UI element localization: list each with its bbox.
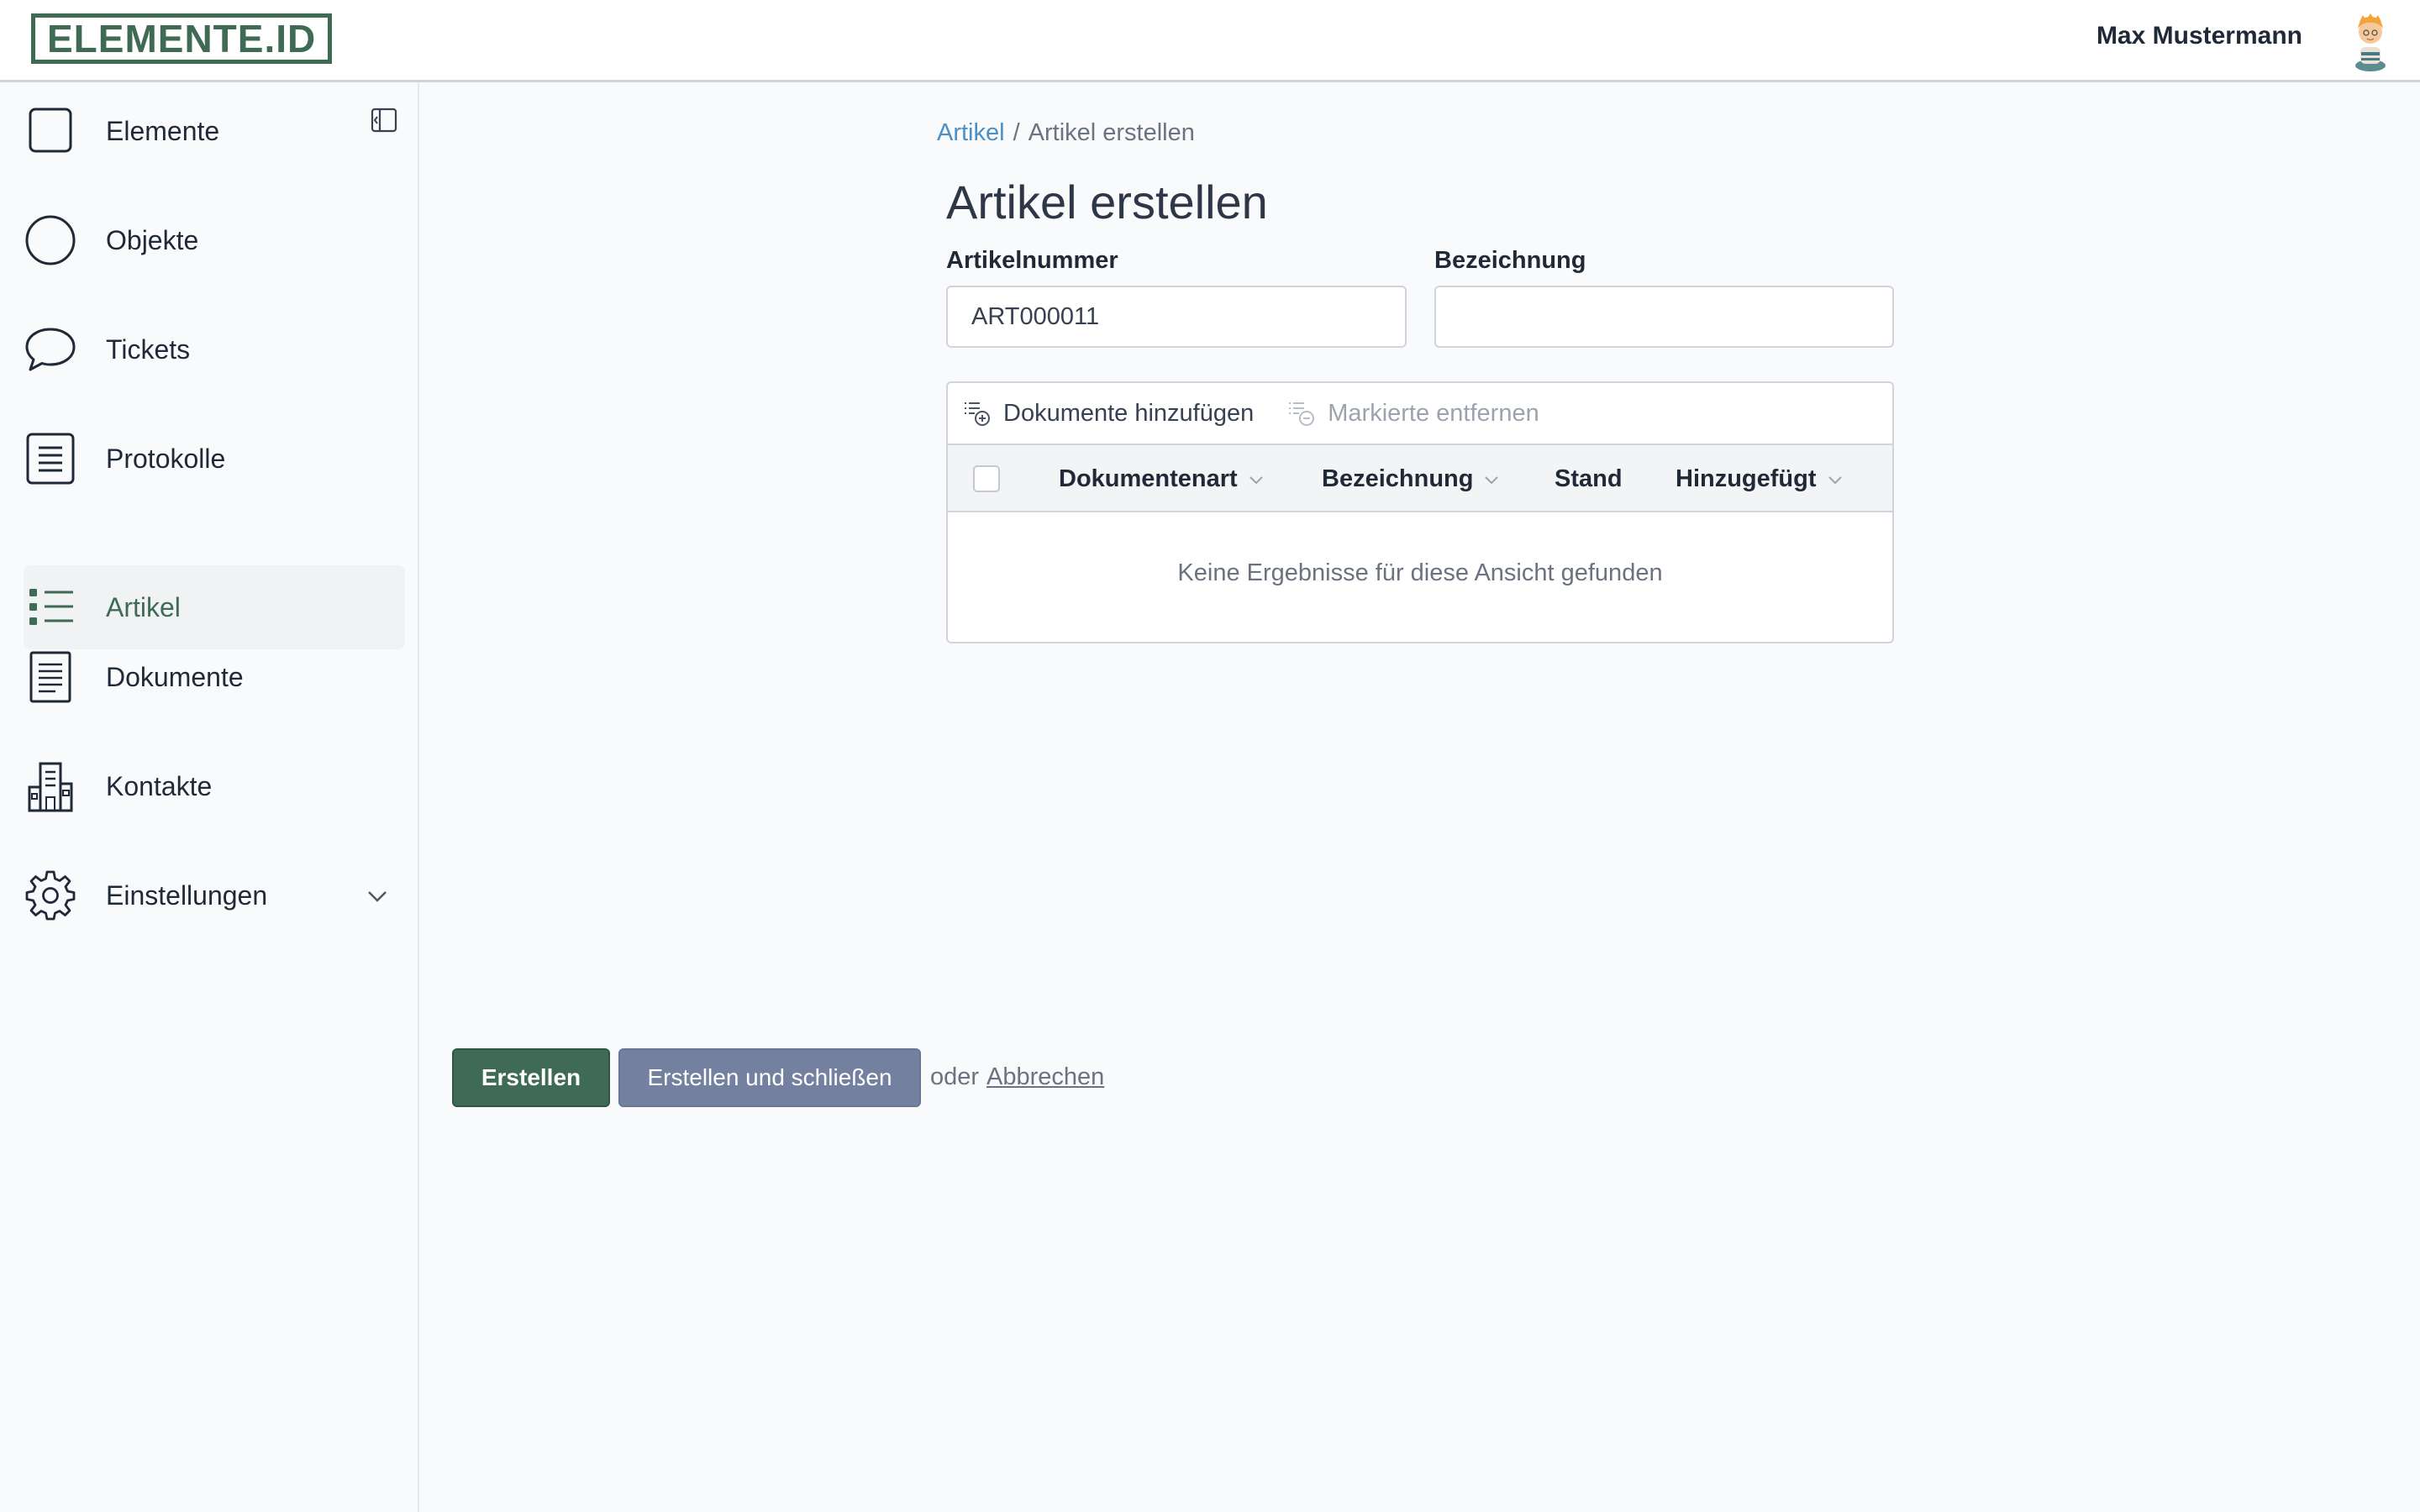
app-logo[interactable]: ELEMENTE.ID [31,13,333,64]
add-documents-button[interactable]: Dokumente hinzufügen [963,399,1254,428]
sidebar-item-label: Einstellungen [106,879,268,911]
document-icon [24,650,77,704]
chevron-down-icon[interactable] [366,885,388,907]
cancel-link[interactable]: Abbrechen [986,1063,1104,1091]
create-and-close-button[interactable]: Erstellen und schließen [618,1048,921,1107]
sidebar-item-label: Objekte [106,224,199,255]
sidebar: Elemente Objekte Tickets Protokolle Arti… [0,82,419,1512]
remove-list-icon [1289,402,1315,426]
remove-marked-button[interactable]: Markierte entfernen [1287,399,1539,428]
page-title: Artikel erstellen [946,176,1268,228]
buildings-icon [24,759,77,813]
column-header-bezeichnung[interactable]: Bezeichnung [1322,465,1500,493]
artikelnummer-input[interactable] [946,286,1407,348]
sidebar-item-objekte[interactable]: Objekte [24,198,405,282]
gear-icon [24,869,77,922]
sidebar-item-label: Protokolle [106,443,226,474]
chevron-down-icon [1249,475,1263,484]
documents-toolbar: Dokumente hinzufügen Markierte entfernen [948,383,1892,445]
breadcrumb-link-artikel[interactable]: Artikel [937,119,1005,146]
add-list-icon [965,402,990,426]
column-header-dokumentenart[interactable]: Dokumentenart [1059,465,1265,493]
sidebar-item-kontakte[interactable]: Kontakte [24,744,405,828]
sidebar-item-label: Tickets [106,333,191,365]
square-icon [24,104,77,158]
chevron-down-icon [1828,475,1842,484]
top-header: ELEMENTE.ID Max Mustermann [0,0,2420,82]
column-header-hinzugefuegt[interactable]: Hinzugefügt [1676,465,1844,493]
sidebar-item-einstellungen[interactable]: Einstellungen [24,853,405,937]
add-documents-label: Dokumente hinzufügen [1003,399,1255,427]
empty-state-message: Keine Ergebnisse für diese Ansicht gefun… [1177,559,1663,586]
or-text: oder [930,1063,980,1090]
breadcrumb-separator: / [1013,119,1020,146]
chevron-down-icon [1485,475,1499,484]
sidebar-item-dokumente[interactable]: Dokumente [24,635,405,719]
column-header-stand[interactable]: Stand [1555,465,1623,493]
select-all-checkbox[interactable] [973,465,1000,492]
sidebar-item-elemente[interactable]: Elemente [24,89,405,173]
create-button[interactable]: Erstellen [452,1048,610,1107]
sidebar-item-tickets[interactable]: Tickets [24,307,405,391]
user-name[interactable]: Max Mustermann [2096,22,2302,50]
sidebar-item-label: Artikel [106,591,181,622]
remove-marked-label: Markierte entfernen [1328,399,1539,427]
sidebar-item-protokolle[interactable]: Protokolle [24,417,405,501]
bullet-list-icon [24,580,77,634]
documents-table-header: Dokumentenart Bezeichnung Stand Hinzugef… [948,445,1892,512]
protocol-list-icon [24,432,77,486]
artikelnummer-label: Artikelnummer [946,247,1118,274]
bezeichnung-label: Bezeichnung [1434,247,1586,274]
sidebar-item-label: Elemente [106,115,220,146]
documents-panel: Dokumente hinzufügen Markierte entfernen… [946,381,1894,643]
bezeichnung-input[interactable] [1434,286,1894,348]
sidebar-item-label: Kontakte [106,770,213,801]
speech-bubble-icon [24,323,77,376]
circle-icon [24,213,77,267]
breadcrumb: Artikel / Artikel erstellen [937,119,1195,147]
sidebar-item-label: Dokumente [106,661,244,692]
avatar[interactable] [2349,10,2391,72]
breadcrumb-current: Artikel erstellen [1028,119,1195,146]
